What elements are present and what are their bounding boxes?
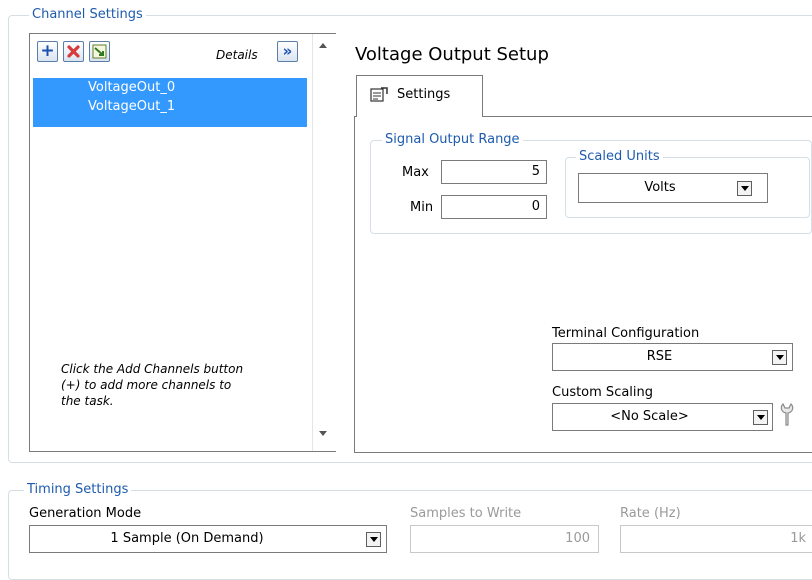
hint-line: the task. [61, 394, 114, 408]
timing-settings-title: Timing Settings [24, 482, 132, 498]
add-channel-button[interactable]: + [37, 41, 58, 62]
generation-mode-select[interactable]: 1 Sample (On Demand) [29, 525, 387, 553]
terminal-configuration-select[interactable]: RSE [552, 343, 793, 371]
scroll-down-icon[interactable] [319, 431, 327, 436]
tab-settings[interactable]: Settings [356, 75, 483, 117]
wrench-icon[interactable] [778, 403, 800, 427]
rate-label: Rate (Hz) [620, 506, 681, 521]
rate-input[interactable]: 1k [620, 525, 812, 553]
terminal-configuration-label: Terminal Configuration [552, 326, 700, 341]
add-icon: + [40, 41, 55, 61]
setup-title: Voltage Output Setup [355, 44, 549, 65]
channel-settings-title: Channel Settings [29, 7, 146, 23]
details-button[interactable]: » [277, 41, 298, 62]
chevron-down-icon[interactable] [753, 410, 768, 425]
chevron-down-icon[interactable] [366, 532, 381, 547]
samples-to-write-label: Samples to Write [410, 506, 522, 521]
channel-list-scrollbar[interactable] [312, 34, 336, 451]
tab-settings-label: Settings [397, 87, 451, 102]
scaled-units-title: Scaled Units [576, 149, 663, 165]
settings-tab-icon [370, 87, 388, 102]
details-label: Details [216, 48, 258, 62]
samples-to-write-input[interactable]: 100 [410, 525, 599, 553]
custom-scaling-label: Custom Scaling [552, 385, 654, 400]
remove-channel-button[interactable] [63, 41, 84, 62]
channel-list-item[interactable]: VoltageOut_1 [33, 97, 307, 127]
chevron-down-icon[interactable] [772, 350, 787, 365]
max-input[interactable]: 5 [441, 160, 547, 184]
signal-output-range-title: Signal Output Range [382, 132, 523, 148]
channel-list-item[interactable]: VoltageOut_0 [33, 78, 307, 97]
generation-mode-label: Generation Mode [29, 506, 142, 521]
hint-line: Click the Add Channels button [61, 362, 244, 376]
browse-channels-button[interactable] [89, 41, 110, 62]
add-channels-hint: Click the Add Channels button (+) to add… [61, 361, 301, 409]
max-label: Max [402, 165, 429, 180]
hint-line: (+) to add more channels to [61, 378, 232, 392]
channel-browse-icon [92, 44, 107, 59]
scroll-up-icon[interactable] [319, 43, 327, 48]
min-label: Min [410, 200, 434, 215]
min-input[interactable]: 0 [441, 195, 547, 219]
remove-icon [67, 45, 80, 58]
chevron-down-icon[interactable] [737, 181, 752, 196]
custom-scaling-select[interactable]: <No Scale> [552, 403, 773, 431]
details-expand-icon: » [282, 42, 293, 60]
